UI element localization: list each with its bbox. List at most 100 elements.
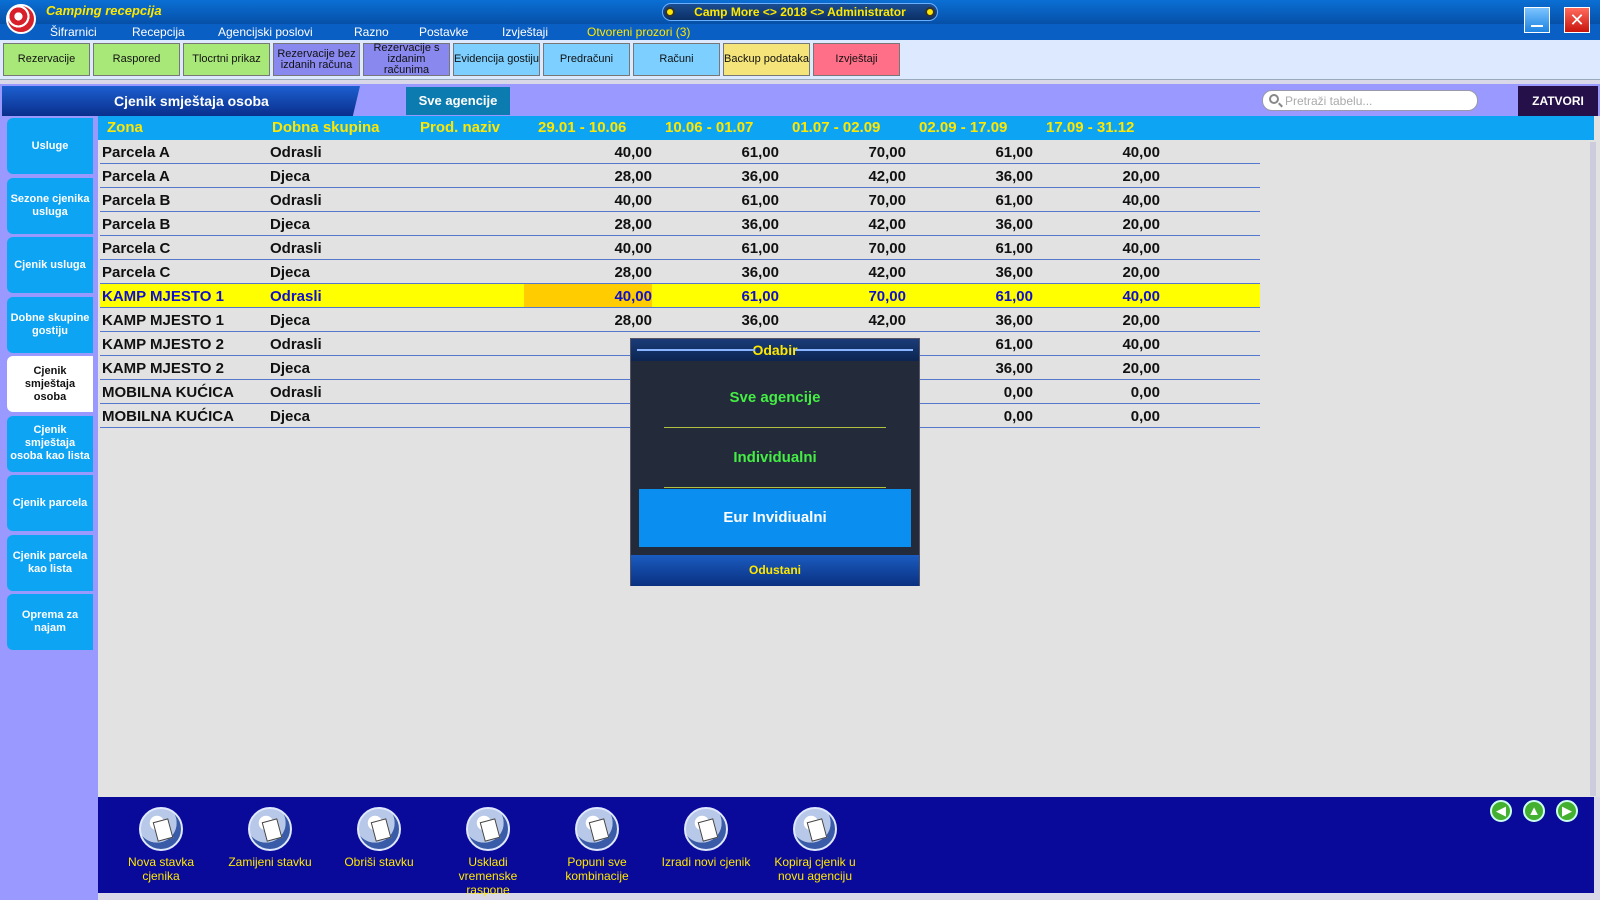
tab-sve-agencije[interactable]: Sve agencije: [406, 87, 510, 115]
menu-item[interactable]: Razno: [354, 25, 389, 39]
table-cell: 61,00: [995, 336, 1033, 353]
table-row[interactable]: Parcela C Djeca 28,00 36,00 42,00 36,00 20,00: [100, 260, 1260, 284]
close-panel-button[interactable]: ZATVORI: [1518, 86, 1598, 116]
menu-item[interactable]: Agencijski poslovi: [218, 25, 313, 39]
toolbar-button[interactable]: Računi: [633, 43, 720, 76]
search-icon: [1269, 94, 1279, 104]
dialog-option[interactable]: Sve agencije: [639, 369, 911, 427]
table-row[interactable]: Parcela A Djeca 28,00 36,00 42,00 36,00 20,00: [100, 164, 1260, 188]
bottom-action-bar: Nova stavka cjenika Zamijeni stavku Obriši…: [98, 797, 1594, 897]
action-icon: [248, 807, 292, 851]
bottom-action-button[interactable]: Uskladi vremenske raspone: [443, 807, 533, 897]
sidebar-item[interactable]: Cjenik usluga: [7, 237, 93, 293]
action-label: Izradi novi cjenik: [661, 855, 751, 869]
menu-item[interactable]: Izvještaji: [502, 25, 548, 39]
selection-dialog: Odabir Sve agencije Individualni Eur Invid…: [630, 338, 920, 586]
table-cell: 36,00: [741, 264, 779, 281]
toolbar-button[interactable]: Izvještaji: [813, 43, 900, 76]
table-cell: KAMP MJESTO 2: [102, 336, 224, 353]
right-arrow-icon[interactable]: ▶: [1556, 800, 1578, 822]
action-label: Uskladi vremenske raspone: [458, 855, 518, 897]
table-cell: Parcela A: [102, 144, 170, 161]
table-cell: 42,00: [868, 312, 906, 329]
table-cell: 0,00: [1003, 408, 1033, 425]
menu-item[interactable]: Šifrarnici: [50, 25, 97, 39]
vertical-scrollbar[interactable]: [1590, 142, 1596, 796]
table-cell: Djeca: [270, 168, 311, 185]
table-cell: 61,00: [995, 144, 1033, 161]
up-arrow-icon[interactable]: ▲: [1523, 800, 1545, 822]
table-cell: 70,00: [868, 288, 906, 305]
action-icon: [575, 807, 619, 851]
table-row[interactable]: Parcela A Odrasli 40,00 61,00 70,00 61,00 40,0…: [100, 140, 1260, 164]
action-icon: [793, 807, 837, 851]
menu-item[interactable]: Recepcija: [132, 25, 185, 39]
table-cell: 70,00: [868, 240, 906, 257]
table-cell: 40,00: [1122, 192, 1160, 209]
sidebar-item[interactable]: Dobne skupine gostiju: [7, 296, 93, 353]
menu-item[interactable]: Postavke: [419, 25, 468, 39]
table-cell: 28,00: [614, 264, 652, 281]
table-cell: 36,00: [741, 168, 779, 185]
table-row[interactable]: Parcela B Odrasli 40,00 61,00 70,00 61,00 40,0…: [100, 188, 1260, 212]
bottom-action-button[interactable]: Obriši stavku: [334, 807, 424, 869]
table-cell: 61,00: [995, 192, 1033, 209]
sidebar-item[interactable]: Usluge: [7, 118, 93, 174]
bottom-action-button[interactable]: Popuni sve kombinacije: [552, 807, 642, 883]
column-header[interactable]: 10.06 - 01.07: [665, 119, 753, 136]
table-cell: 40,00: [614, 144, 652, 161]
toolbar-button[interactable]: Evidencija gostiju: [453, 43, 540, 76]
search-box[interactable]: [1262, 90, 1478, 111]
sidebar-item[interactable]: Cjenik smještaja osoba kao lista: [7, 415, 93, 472]
toolbar-button[interactable]: Raspored: [93, 43, 180, 76]
table-cell: 36,00: [741, 312, 779, 329]
toolbar-button[interactable]: Rezervacije bez izdanih računa: [273, 43, 360, 76]
dialog-option[interactable]: Individualni: [639, 429, 911, 487]
table-cell: 61,00: [995, 288, 1033, 305]
table-row[interactable]: KAMP MJESTO 1 Odrasli 40,00 61,00 70,00 61,00…: [100, 284, 1260, 308]
table-row[interactable]: KAMP MJESTO 1 Djeca 28,00 36,00 42,00 36,00 20…: [100, 308, 1260, 332]
search-input[interactable]: [1285, 93, 1471, 108]
menu-item[interactable]: Otvoreni prozori (3): [587, 25, 690, 39]
column-header[interactable]: Zona: [107, 119, 143, 136]
toolbar-button[interactable]: Rezervacije s izdanim računima: [363, 43, 450, 76]
column-header[interactable]: Prod. naziv: [420, 119, 500, 136]
action-label: Zamijeni stavku: [228, 855, 312, 869]
table-cell: KAMP MJESTO 1: [102, 288, 224, 305]
table-row[interactable]: Parcela B Djeca 28,00 36,00 42,00 36,00 20,00: [100, 212, 1260, 236]
table-cell: 70,00: [868, 192, 906, 209]
action-label: Popuni sve kombinacije: [565, 855, 629, 883]
column-header[interactable]: 17.09 - 31.12: [1046, 119, 1134, 136]
sidebar-item[interactable]: Sezone cjenika usluga: [7, 177, 93, 234]
action-icon: [466, 807, 510, 851]
column-header[interactable]: 02.09 - 17.09: [919, 119, 1007, 136]
dialog-option[interactable]: Eur Invidiualni: [639, 489, 911, 547]
column-header[interactable]: Dobna skupina: [272, 119, 380, 136]
sidebar-item[interactable]: Oprema za najam: [7, 594, 93, 650]
close-window-button[interactable]: ✕: [1564, 7, 1590, 33]
sidebar-item[interactable]: Cjenik smještaja osoba: [7, 356, 93, 412]
table-row[interactable]: Parcela C Odrasli 40,00 61,00 70,00 61,00 40,0…: [100, 236, 1260, 260]
action-icon: [139, 807, 183, 851]
toolbar-button[interactable]: Backup podataka: [723, 43, 810, 76]
sidebar-item[interactable]: Cjenik parcela kao lista: [7, 534, 93, 591]
table-cell: 61,00: [741, 192, 779, 209]
toolbar-button[interactable]: Predračuni: [543, 43, 630, 76]
bottom-action-button[interactable]: Nova stavka cjenika: [116, 807, 206, 883]
bottom-action-button[interactable]: Izradi novi cjenik: [661, 807, 751, 869]
toolbar-button[interactable]: Tlocrtni prikaz: [183, 43, 270, 76]
minimize-button[interactable]: [1524, 7, 1550, 33]
bottom-action-button[interactable]: Kopiraj cjenik u novu agenciju: [770, 807, 860, 883]
column-header[interactable]: 29.01 - 10.06: [538, 119, 626, 136]
column-header[interactable]: 01.07 - 02.09: [792, 119, 880, 136]
table-cell: Djeca: [270, 264, 311, 281]
toolbar-button[interactable]: Rezervacije: [3, 43, 90, 76]
sidebar-item[interactable]: Cjenik parcela: [7, 475, 93, 531]
table-cell: 42,00: [868, 264, 906, 281]
table-cell: KAMP MJESTO 2: [102, 360, 224, 377]
table-cell: Parcela A: [102, 168, 170, 185]
left-arrow-icon[interactable]: ◀: [1490, 800, 1512, 822]
bottom-action-button[interactable]: Zamijeni stavku: [225, 807, 315, 869]
cancel-button[interactable]: Odustani: [631, 555, 919, 586]
table-cell: 0,00: [1130, 408, 1160, 425]
